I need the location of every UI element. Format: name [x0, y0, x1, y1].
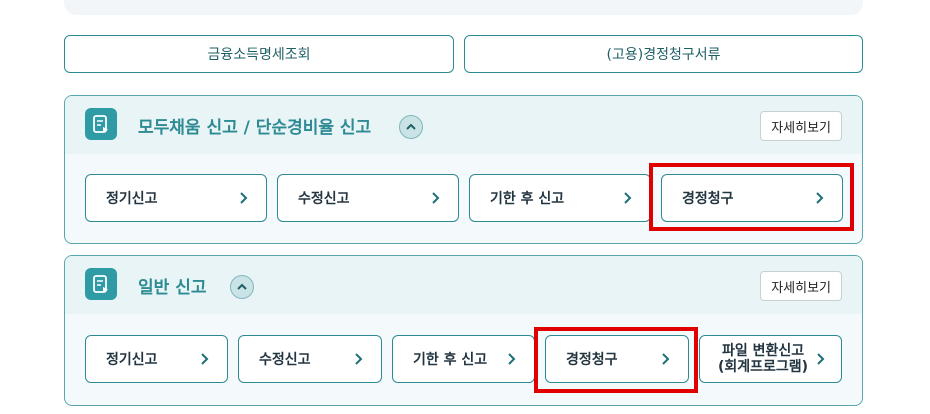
file-convert-line1: 파일 변환신고	[721, 343, 805, 359]
option-label: 경정청구	[682, 191, 734, 207]
option-late-filing[interactable]: 기한 후 신고	[392, 335, 535, 383]
option-label: 경정청구	[566, 352, 618, 368]
option-label: 수정신고	[259, 352, 311, 368]
option-regular-filing[interactable]: 정기신고	[85, 335, 228, 383]
option-label: 파일 변환신고 (회계프로그램)	[718, 343, 808, 375]
option-label: 정기신고	[106, 191, 158, 207]
option-late-filing[interactable]: 기한 후 신고	[469, 174, 651, 222]
file-convert-line2: (회계프로그램)	[718, 359, 809, 375]
panel-header: 일반 신고 자세히보기	[65, 256, 862, 314]
employment-claim-button[interactable]: (고용)경정청구서류	[464, 35, 863, 73]
chevron-up-icon[interactable]	[399, 115, 423, 139]
panel-title: 일반 신고	[138, 278, 207, 298]
panel-simple-filing: 모두채움 신고 / 단순경비율 신고 자세히보기 정기신고 수정신고 기한 후 …	[64, 95, 863, 244]
chevron-right-icon	[201, 353, 209, 365]
top-strip	[64, 0, 863, 15]
option-amended-filing[interactable]: 수정신고	[277, 174, 459, 222]
option-label: 정기신고	[106, 352, 158, 368]
detail-button[interactable]: 자세히보기	[760, 271, 842, 301]
chevron-right-icon	[817, 353, 825, 365]
option-label: 기한 후 신고	[490, 191, 565, 207]
option-amended-filing[interactable]: 수정신고	[238, 335, 382, 383]
chevron-right-icon	[240, 192, 248, 204]
document-icon	[85, 268, 117, 300]
chevron-right-icon	[816, 192, 824, 204]
chevron-right-icon	[508, 353, 516, 365]
chevron-right-icon	[662, 353, 670, 365]
option-correction-claim[interactable]: 경정청구	[545, 335, 689, 383]
panel-header: 모두채움 신고 / 단순경비율 신고 자세히보기	[65, 96, 862, 154]
chevron-up-icon[interactable]	[230, 275, 254, 299]
option-correction-claim[interactable]: 경정청구	[661, 174, 843, 222]
panel-general-filing: 일반 신고 자세히보기 정기신고 수정신고 기한 후 신고 경정청구 파일 변환…	[64, 255, 863, 406]
chevron-right-icon	[624, 192, 632, 204]
detail-button[interactable]: 자세히보기	[760, 111, 842, 141]
financial-income-button[interactable]: 금융소득명세조회	[64, 35, 454, 73]
panel-title: 모두채움 신고 / 단순경비율 신고	[138, 118, 372, 138]
chevron-right-icon	[355, 353, 363, 365]
document-icon	[85, 108, 117, 140]
option-file-conversion[interactable]: 파일 변환신고 (회계프로그램)	[699, 335, 842, 383]
option-label: 기한 후 신고	[413, 352, 488, 368]
chevron-right-icon	[432, 192, 440, 204]
option-regular-filing[interactable]: 정기신고	[85, 174, 267, 222]
option-label: 수정신고	[298, 191, 350, 207]
